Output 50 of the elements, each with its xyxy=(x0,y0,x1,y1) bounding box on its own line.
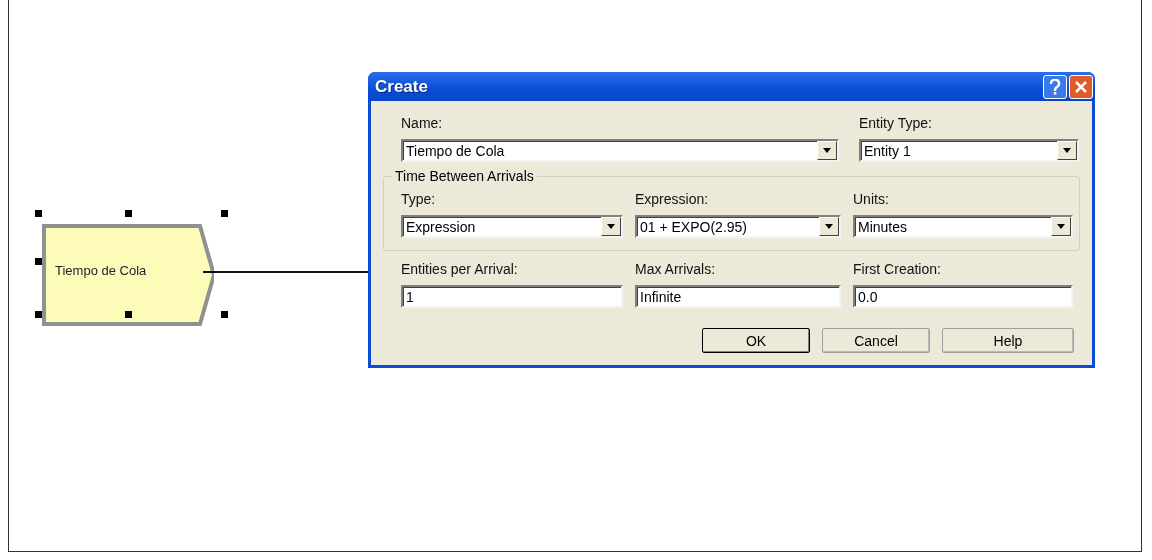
dropdown-button[interactable] xyxy=(817,141,837,160)
dropdown-button[interactable] xyxy=(1057,141,1077,160)
field-label: Entity Type: xyxy=(859,115,933,131)
dialog-button[interactable]: Cancel xyxy=(822,328,930,353)
window-title: Create xyxy=(375,76,428,97)
field-label: First Creation: xyxy=(853,261,942,277)
selection-handle[interactable] xyxy=(221,311,228,318)
help-icon[interactable] xyxy=(1043,74,1067,99)
dialog-button[interactable]: OK xyxy=(702,328,810,353)
create-module-shape[interactable] xyxy=(42,224,214,326)
dropdown-field[interactable]: Tiempo de Cola xyxy=(401,139,839,162)
caret-icon xyxy=(1057,224,1065,229)
selection-handle[interactable] xyxy=(35,210,42,217)
dropdown-button[interactable] xyxy=(1051,217,1071,236)
field-value: Expression xyxy=(405,218,477,235)
input-field[interactable]: 0.0 xyxy=(853,285,1073,308)
dropdown-field[interactable]: Entity 1 xyxy=(859,139,1079,162)
dropdown-button[interactable] xyxy=(601,217,621,236)
field-label: Type: xyxy=(401,191,437,207)
selection-handle[interactable] xyxy=(125,210,132,217)
selection-handle[interactable] xyxy=(125,311,132,318)
field-value: Infinite xyxy=(639,288,683,305)
group-title: Time Between Arrivals xyxy=(392,168,537,184)
dropdown-button[interactable] xyxy=(819,217,839,236)
close-icon[interactable] xyxy=(1069,74,1093,99)
field-value: Tiempo de Cola xyxy=(405,142,506,159)
field-value: 1 xyxy=(405,288,415,305)
caret-icon xyxy=(607,224,615,229)
field-value: Entity 1 xyxy=(863,142,912,159)
selection-handle[interactable] xyxy=(35,258,42,265)
field-label: Units: xyxy=(853,191,890,207)
dropdown-field[interactable]: Minutes xyxy=(853,215,1073,238)
dropdown-field[interactable]: 01 + EXPO(2.95) xyxy=(635,215,841,238)
caret-icon xyxy=(1063,148,1071,153)
module-label: Tiempo de Cola xyxy=(55,263,147,278)
dropdown-field[interactable]: Expression xyxy=(401,215,623,238)
selection-handle[interactable] xyxy=(35,311,42,318)
field-label: Max Arrivals: xyxy=(635,261,717,277)
caret-icon xyxy=(825,224,833,229)
field-value: Minutes xyxy=(857,218,909,235)
selection-handle[interactable] xyxy=(221,210,228,217)
field-label: Entities per Arrival: xyxy=(401,261,519,277)
field-value: 0.0 xyxy=(857,288,879,305)
dialog-button[interactable]: Help xyxy=(942,328,1074,353)
input-field[interactable]: Infinite xyxy=(635,285,841,308)
caret-icon xyxy=(823,148,831,153)
input-field[interactable]: 1 xyxy=(401,285,623,308)
field-label: Expression: xyxy=(635,191,710,207)
field-label: Name: xyxy=(401,115,444,131)
field-value: 01 + EXPO(2.95) xyxy=(639,218,748,235)
